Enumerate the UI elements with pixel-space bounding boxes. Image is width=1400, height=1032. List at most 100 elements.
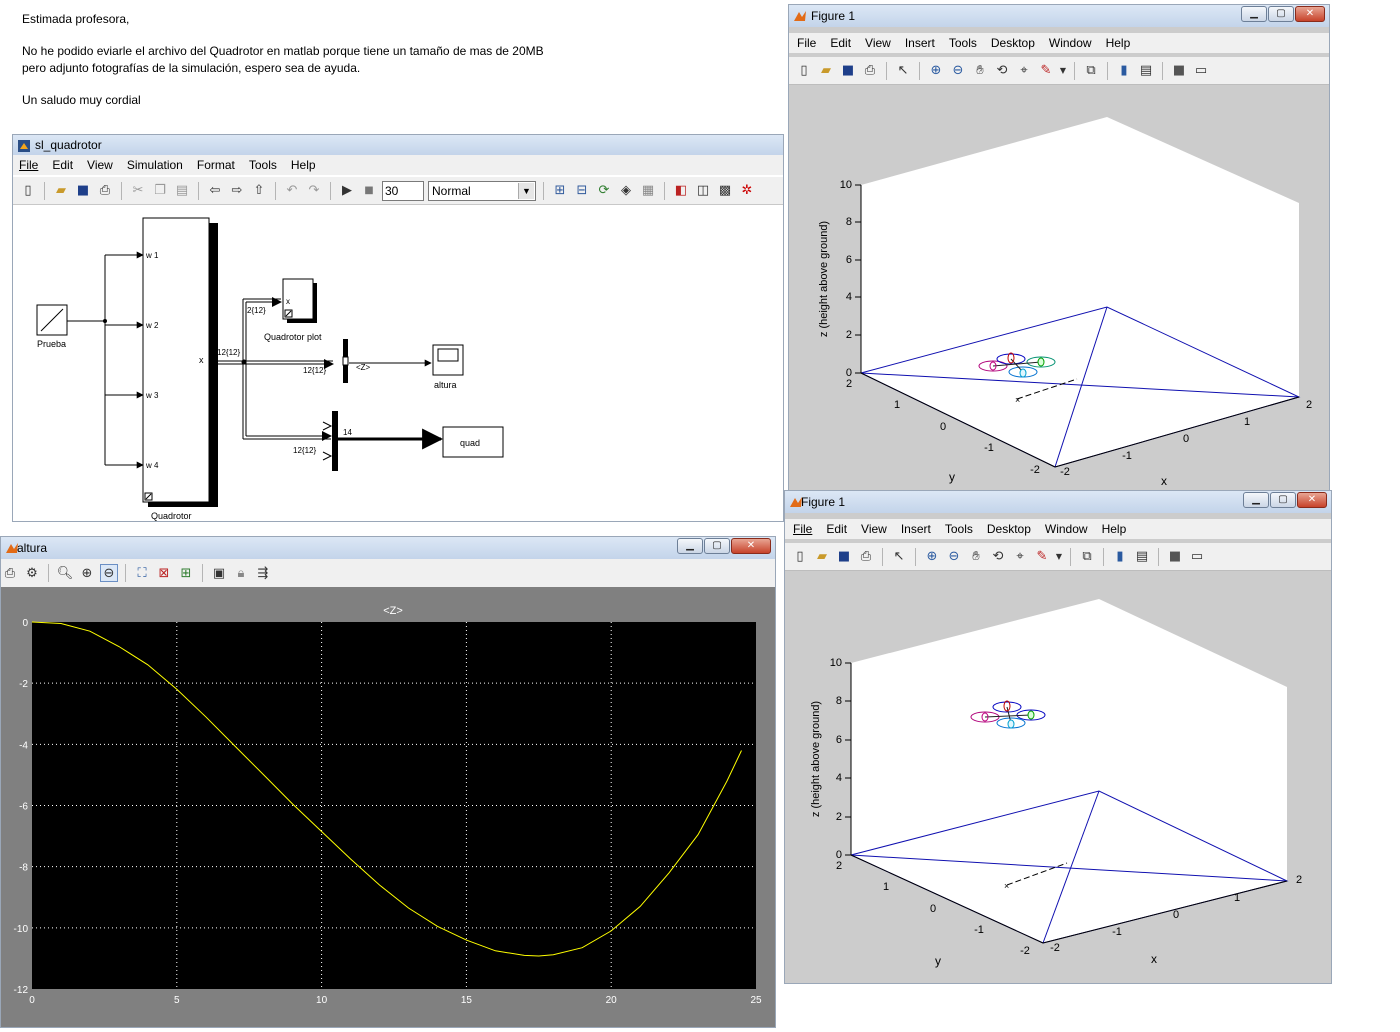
pan-icon[interactable]: ✋︎ [967,548,985,566]
save-figure-icon[interactable]: ■ [839,62,857,80]
rotate-3d-icon[interactable]: ⟲ [989,548,1007,566]
menu-window[interactable]: Window [1049,36,1092,50]
prueba-ramp-block[interactable] [36,304,68,336]
show-plot-tools-icon[interactable]: ▭ [1192,62,1210,80]
library-browser-icon[interactable]: ◧ [672,182,690,200]
hide-plot-tools-icon[interactable]: ■ [1166,548,1184,566]
link-plot-icon[interactable]: ⧉ [1078,548,1096,566]
copy-icon[interactable]: ❐ [151,182,169,200]
back-arrow-icon[interactable]: ⇦ [206,182,224,200]
menu-desktop[interactable]: Desktop [991,36,1035,50]
menu-view[interactable]: View [861,522,887,536]
up-arrow-icon[interactable]: ⇧ [250,182,268,200]
menu-edit[interactable]: Edit [830,36,851,50]
link-plot-icon[interactable]: ⧉ [1082,62,1100,80]
zoom-out-icon[interactable]: ⊖ [945,548,963,566]
close-icon[interactable]: ✕ [1297,492,1327,508]
maximize-icon[interactable]: ▢ [704,538,730,554]
minimize-icon[interactable]: ▁ [1243,492,1269,508]
print-figure-icon[interactable]: ⎙ [857,548,875,566]
menu-insert[interactable]: Insert [901,522,931,536]
chevron-down-icon[interactable]: ▼ [1055,548,1063,566]
menu-insert[interactable]: Insert [905,36,935,50]
simulink-title-bar[interactable]: sl_quadrotor [13,135,783,155]
altura-title-bar[interactable]: altura ▁ ▢ ✕ [1,537,775,559]
print-icon[interactable]: ⎙ [1,564,19,582]
open-file-icon[interactable]: ▰ [817,62,835,80]
open-folder-icon[interactable]: ▰ [52,182,70,200]
minimize-icon[interactable]: ▁ [677,538,703,554]
bus-selector-block[interactable] [342,339,349,383]
menu-tools[interactable]: Tools [945,522,973,536]
show-plot-tools-icon[interactable]: ▭ [1188,548,1206,566]
save-axes-icon[interactable]: ⊠ [155,564,173,582]
zoom-in-icon[interactable]: ⊕ [923,548,941,566]
menu-file[interactable]: File [797,36,816,50]
close-icon[interactable]: ✕ [731,538,771,554]
save-icon[interactable]: ■ [74,182,92,200]
menu-file[interactable]: File [19,158,38,172]
menu-window[interactable]: Window [1045,522,1088,536]
minimize-icon[interactable]: ▁ [1241,6,1267,22]
edit-plot-icon[interactable]: ↖ [894,62,912,80]
colorbar-icon[interactable]: ▮ [1111,548,1129,566]
zoom-out-icon[interactable]: ⊖ [949,62,967,80]
build-icon[interactable]: ⊞ [551,182,569,200]
maximize-icon[interactable]: ▢ [1270,492,1296,508]
zoom-x-icon[interactable]: ⊕ [78,564,96,582]
legend-icon[interactable]: ▤ [1133,548,1151,566]
brush-icon[interactable]: ✎ [1033,548,1051,566]
menu-edit[interactable]: Edit [52,158,73,172]
figure-top-title-bar[interactable]: Figure 1 ▁ ▢ ✕ [789,5,1329,27]
paste-icon[interactable]: ▤ [173,182,191,200]
debugger-icon[interactable]: ▩ [716,182,734,200]
menu-help[interactable]: Help [291,158,316,172]
parameters-icon[interactable]: ⚙ [23,564,41,582]
library-icon[interactable]: ◈ [617,182,635,200]
data-cursor-icon[interactable]: ⌖ [1011,548,1029,566]
legend-icon[interactable]: ▤ [1137,62,1155,80]
zoom-icon[interactable]: 🔍︎ [56,564,74,582]
redo-icon[interactable]: ↷ [305,182,323,200]
chevron-down-icon[interactable]: ▼ [1059,62,1067,80]
restore-axes-icon[interactable]: ⊞ [177,564,195,582]
forward-arrow-icon[interactable]: ⇨ [228,182,246,200]
new-figure-icon[interactable]: ▯ [791,548,809,566]
new-figure-icon[interactable]: ▯ [795,62,813,80]
pan-icon[interactable]: ✋︎ [971,62,989,80]
update-diagram-icon[interactable]: ⟳ [595,182,613,200]
close-icon[interactable]: ✕ [1295,6,1325,22]
figure-bottom-title-bar[interactable]: Figure 1 ▁ ▢ ✕ [785,491,1331,513]
colorbar-icon[interactable]: ▮ [1115,62,1133,80]
model-advisor-icon[interactable]: ◫ [694,182,712,200]
new-model-icon[interactable]: ▯ [19,182,37,200]
print-figure-icon[interactable]: ⎙ [861,62,879,80]
stop-time-input[interactable] [382,180,424,201]
lock-axes-icon[interactable]: 🔒︎ [232,564,250,582]
mux-block[interactable] [332,411,338,471]
menu-tools[interactable]: Tools [949,36,977,50]
menu-desktop[interactable]: Desktop [987,522,1031,536]
save-figure-icon[interactable]: ■ [835,548,853,566]
menu-help[interactable]: Help [1106,36,1131,50]
maximize-icon[interactable]: ▢ [1268,6,1294,22]
profiler-icon[interactable]: ✲ [738,182,756,200]
menu-view[interactable]: View [865,36,891,50]
edit-plot-icon[interactable]: ↖ [890,548,908,566]
hide-plot-tools-icon[interactable]: ■ [1170,62,1188,80]
altura-scope-block[interactable] [432,344,464,376]
menu-view[interactable]: View [87,158,113,172]
menu-file[interactable]: File [793,522,812,536]
rotate-3d-icon[interactable]: ⟲ [993,62,1011,80]
print-icon[interactable]: ⎙ [96,182,114,200]
run-simulation-icon[interactable]: ▶ [338,182,356,200]
model-explorer-icon[interactable]: ▦ [639,182,657,200]
floating-scope-icon[interactable]: ▣ [210,564,228,582]
open-file-icon[interactable]: ▰ [813,548,831,566]
menu-format[interactable]: Format [197,158,235,172]
signal-selection-icon[interactable]: ⇶ [254,564,272,582]
menu-help[interactable]: Help [1102,522,1127,536]
brush-icon[interactable]: ✎ [1037,62,1055,80]
menu-edit[interactable]: Edit [826,522,847,536]
menu-simulation[interactable]: Simulation [127,158,183,172]
